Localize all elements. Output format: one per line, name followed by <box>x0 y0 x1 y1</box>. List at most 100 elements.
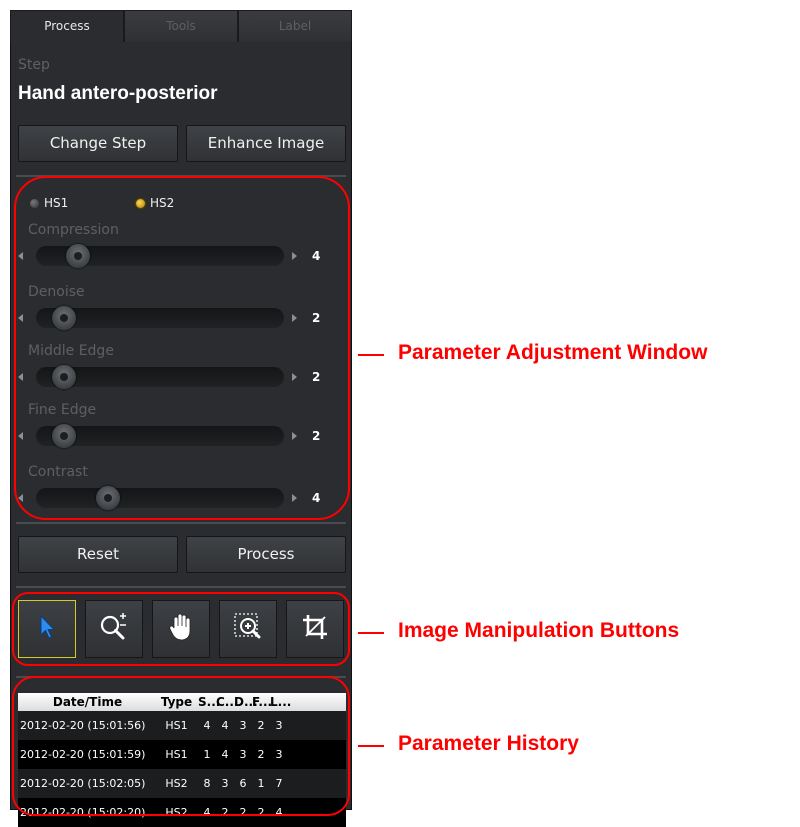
column-header[interactable]: D... <box>234 695 258 709</box>
radio-hs2-label: HS2 <box>150 196 175 210</box>
reset-button[interactable]: Reset <box>18 536 178 573</box>
change-step-button[interactable]: Change Step <box>18 125 178 162</box>
compression-decrease-icon[interactable] <box>18 252 23 260</box>
table-cell: 4 <box>221 748 229 761</box>
table-row[interactable]: 2012-02-20 (15:01:56) HS1 4 4 3 2 3 <box>18 711 346 740</box>
enhance-image-button[interactable]: Enhance Image <box>186 125 346 162</box>
fine-edge-slider-handle[interactable] <box>52 424 76 448</box>
table-cell: HS1 <box>165 748 188 761</box>
radio-hs1-label: HS1 <box>44 196 69 210</box>
column-header[interactable]: C... <box>216 695 238 709</box>
step-title: Hand antero-posterior <box>18 83 218 104</box>
table-cell: 2 <box>257 806 265 819</box>
contrast-decrease-icon[interactable] <box>18 494 23 502</box>
tab-label[interactable]: Label <box>238 10 352 42</box>
zoom-in-out-icon <box>98 611 130 647</box>
table-cell: HS2 <box>165 806 188 819</box>
table-cell: 3 <box>221 777 229 790</box>
zoom-tool-button[interactable] <box>85 600 143 658</box>
contrast-slider[interactable] <box>36 486 284 510</box>
compression-increase-icon[interactable] <box>292 252 297 260</box>
callout-line <box>358 354 384 356</box>
crop-icon <box>301 613 329 645</box>
compression-slider[interactable] <box>36 244 284 268</box>
table-cell: 2012-02-20 (15:02:20) <box>20 806 146 819</box>
table-row[interactable]: 2012-02-20 (15:02:20) HS2 4 2 2 2 4 <box>18 798 346 827</box>
table-cell: 1 <box>257 777 265 790</box>
radio-on-icon <box>136 198 145 208</box>
divider <box>16 175 346 177</box>
fine-edge-increase-icon[interactable] <box>292 432 297 440</box>
parameter-history-annotation: Parameter History <box>398 732 579 755</box>
tab-bar: Process Tools Label <box>10 10 352 42</box>
pointer-arrow-icon <box>39 614 56 643</box>
table-cell: 2 <box>221 806 229 819</box>
middle-edge-slider[interactable] <box>36 365 284 389</box>
table-cell: 4 <box>275 806 283 819</box>
manipulation-buttons-annotation: Image Manipulation Buttons <box>398 619 680 642</box>
table-cell: 3 <box>275 748 283 761</box>
table-cell: 2012-02-20 (15:02:05) <box>20 777 146 790</box>
table-cell: HS2 <box>165 777 188 790</box>
process-panel: Process Tools Label Step Hand antero-pos… <box>10 10 352 827</box>
table-row[interactable]: 2012-02-20 (15:01:59) HS1 1 4 3 2 3 <box>18 740 346 769</box>
table-cell: 1 <box>203 748 211 761</box>
table-cell: 2 <box>257 748 265 761</box>
compression-value: 4 <box>312 249 321 263</box>
table-cell: 4 <box>203 719 211 732</box>
radio-hs1[interactable]: HS1 <box>30 196 68 210</box>
column-header[interactable]: F... <box>252 695 272 709</box>
zoom-region-tool-button[interactable] <box>219 600 277 658</box>
radio-hs2[interactable]: HS2 <box>136 196 174 210</box>
divider <box>16 676 346 678</box>
callout-line <box>358 632 384 634</box>
compression-slider-handle[interactable] <box>66 244 90 268</box>
middle-edge-slider-handle[interactable] <box>52 365 76 389</box>
middle-edge-decrease-icon[interactable] <box>18 373 23 381</box>
contrast-value: 4 <box>312 491 321 505</box>
parameter-history-table: Date/Time Type S... C... D... F... L... … <box>18 693 346 827</box>
fine-edge-slider[interactable] <box>36 424 284 448</box>
table-cell: 2012-02-20 (15:01:56) <box>20 719 146 732</box>
contrast-increase-icon[interactable] <box>292 494 297 502</box>
fine-edge-label: Fine Edge <box>28 402 97 418</box>
table-cell: 3 <box>239 719 247 732</box>
divider <box>16 586 346 588</box>
table-cell: 8 <box>203 777 211 790</box>
step-caption: Step <box>18 57 50 73</box>
contrast-slider-handle[interactable] <box>96 486 120 510</box>
process-button[interactable]: Process <box>186 536 346 573</box>
callout-line <box>358 745 384 747</box>
table-cell: 3 <box>275 719 283 732</box>
table-cell: 2 <box>257 719 265 732</box>
column-header[interactable]: L... <box>270 695 291 709</box>
table-cell: 4 <box>203 806 211 819</box>
contrast-label: Contrast <box>28 464 88 480</box>
tab-process[interactable]: Process <box>10 10 124 42</box>
column-header[interactable]: S... <box>198 695 220 709</box>
denoise-value: 2 <box>312 311 321 325</box>
denoise-label: Denoise <box>28 284 85 300</box>
table-row[interactable]: 2012-02-20 (15:02:05) HS2 8 3 6 1 7 <box>18 769 346 798</box>
pan-hand-icon <box>168 612 194 646</box>
denoise-decrease-icon[interactable] <box>18 314 23 322</box>
table-cell: 4 <box>221 719 229 732</box>
crop-tool-button[interactable] <box>286 600 344 658</box>
pan-tool-button[interactable] <box>152 600 210 658</box>
fine-edge-decrease-icon[interactable] <box>18 432 23 440</box>
parameter-window-annotation: Parameter Adjustment Window <box>398 341 708 364</box>
column-header[interactable]: Type <box>155 695 198 709</box>
zoom-region-icon <box>233 612 263 646</box>
denoise-slider-handle[interactable] <box>52 306 76 330</box>
pointer-tool-button[interactable] <box>18 600 76 658</box>
tab-tools[interactable]: Tools <box>124 10 238 42</box>
middle-edge-value: 2 <box>312 370 321 384</box>
divider <box>16 522 346 524</box>
column-header[interactable]: Date/Time <box>18 695 155 709</box>
denoise-increase-icon[interactable] <box>292 314 297 322</box>
table-header: Date/Time Type S... C... D... F... L... <box>18 693 346 711</box>
middle-edge-increase-icon[interactable] <box>292 373 297 381</box>
table-cell: 6 <box>239 777 247 790</box>
middle-edge-label: Middle Edge <box>28 343 114 359</box>
denoise-slider[interactable] <box>36 306 284 330</box>
